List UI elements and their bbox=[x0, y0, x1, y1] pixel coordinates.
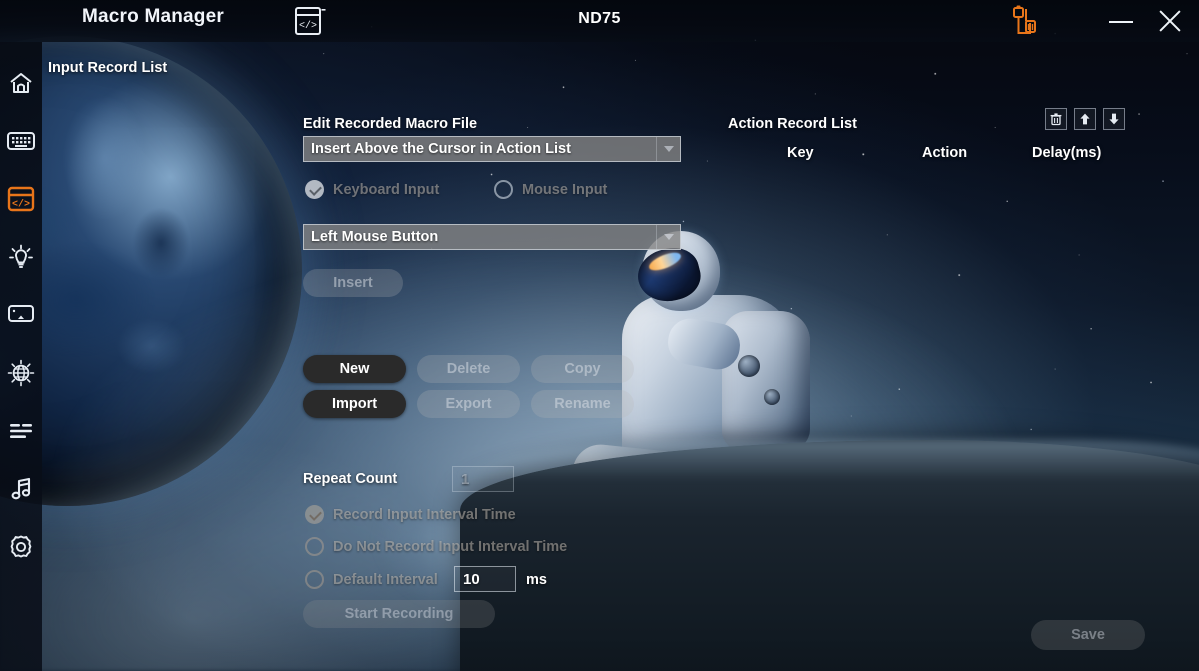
list-icon bbox=[10, 424, 32, 438]
chevron-down-icon bbox=[656, 137, 680, 161]
no-record-interval-label: Do Not Record Input Interval Time bbox=[333, 538, 568, 555]
chevron-down-icon bbox=[656, 225, 680, 249]
input-record-list-title: Input Record List bbox=[48, 60, 168, 76]
repeat-count-label: Repeat Count bbox=[303, 471, 398, 487]
radio-checked-icon bbox=[305, 505, 324, 524]
edit-macro-file-label: Edit Recorded Macro File bbox=[303, 116, 478, 132]
svg-text:</>: </> bbox=[12, 199, 30, 211]
radio-unchecked-icon bbox=[305, 570, 324, 589]
sidebar-item-settings[interactable] bbox=[0, 524, 42, 570]
keyboard-device-icon[interactable] bbox=[1006, 3, 1046, 39]
close-button[interactable] bbox=[1152, 3, 1188, 39]
sidebar-item-network[interactable] bbox=[0, 350, 42, 396]
move-down-button[interactable] bbox=[1103, 108, 1125, 130]
music-note-icon bbox=[11, 477, 31, 500]
home-icon bbox=[10, 73, 32, 93]
keyboard-icon bbox=[7, 132, 35, 150]
keyboard-input-radio[interactable]: Keyboard Input bbox=[305, 180, 439, 199]
sidebar-item-keyboard[interactable] bbox=[0, 118, 42, 164]
globe-icon bbox=[7, 359, 35, 387]
no-record-interval-radio[interactable]: Do Not Record Input Interval Time bbox=[305, 537, 567, 556]
column-header-delay: Delay(ms) bbox=[1032, 145, 1102, 161]
default-interval-radio[interactable]: Default Interval bbox=[305, 570, 438, 589]
sidebar-item-display[interactable] bbox=[0, 292, 42, 338]
column-header-key: Key bbox=[787, 145, 814, 161]
title-bar: Macro Manager </> ND75 bbox=[0, 0, 1199, 42]
sidebar-item-lighting[interactable] bbox=[0, 234, 42, 280]
sidebar-item-audio[interactable] bbox=[0, 466, 42, 512]
delete-button[interactable]: Delete bbox=[417, 355, 520, 383]
new-button[interactable]: New bbox=[303, 355, 406, 383]
rename-button[interactable]: Rename bbox=[531, 390, 634, 418]
mouse-button-value: Left Mouse Button bbox=[311, 229, 439, 245]
sidebar-item-macro[interactable]: </> bbox=[0, 176, 42, 222]
interval-unit-label: ms bbox=[526, 572, 547, 588]
import-button[interactable]: Import bbox=[303, 390, 406, 418]
start-recording-button[interactable]: Start Recording bbox=[303, 600, 495, 628]
macro-code-icon: </> bbox=[7, 186, 35, 212]
arrow-up-icon bbox=[1080, 113, 1090, 125]
column-header-action: Action bbox=[922, 145, 968, 161]
minimize-button[interactable] bbox=[1104, 5, 1138, 37]
trash-icon bbox=[1050, 113, 1062, 126]
record-interval-radio[interactable]: Record Input Interval Time bbox=[305, 505, 516, 524]
repeat-count-input[interactable]: 1 bbox=[452, 466, 514, 492]
sidebar: </> bbox=[0, 42, 42, 671]
save-button[interactable]: Save bbox=[1031, 620, 1145, 650]
delete-action-button[interactable] bbox=[1045, 108, 1067, 130]
insert-button[interactable]: Insert bbox=[303, 269, 403, 297]
export-button[interactable]: Export bbox=[417, 390, 520, 418]
insert-mode-combo[interactable]: Insert Above the Cursor in Action List bbox=[303, 136, 681, 162]
radio-checked-icon bbox=[305, 180, 324, 199]
lightbulb-icon bbox=[9, 244, 33, 268]
move-up-button[interactable] bbox=[1074, 108, 1096, 130]
screen-icon bbox=[8, 305, 34, 322]
default-interval-label: Default Interval bbox=[333, 571, 438, 588]
main-content: Input Record List Edit Recorded Macro Fi… bbox=[42, 42, 1199, 671]
mouse-button-combo[interactable]: Left Mouse Button bbox=[303, 224, 681, 250]
action-record-list-title: Action Record List bbox=[728, 116, 857, 132]
keyboard-input-label: Keyboard Input bbox=[333, 181, 440, 198]
mouse-input-radio[interactable]: Mouse Input bbox=[494, 180, 607, 199]
sidebar-item-home[interactable] bbox=[0, 60, 42, 106]
record-interval-label: Record Input Interval Time bbox=[333, 506, 516, 523]
sidebar-item-profiles[interactable] bbox=[0, 408, 42, 454]
default-interval-input[interactable]: 10 bbox=[454, 566, 516, 592]
mouse-input-label: Mouse Input bbox=[522, 181, 608, 198]
arrow-down-icon bbox=[1109, 113, 1119, 125]
insert-mode-value: Insert Above the Cursor in Action List bbox=[311, 141, 571, 157]
radio-unchecked-icon bbox=[305, 537, 324, 556]
copy-button[interactable]: Copy bbox=[531, 355, 634, 383]
gear-icon bbox=[10, 535, 32, 558]
radio-unchecked-icon bbox=[494, 180, 513, 199]
